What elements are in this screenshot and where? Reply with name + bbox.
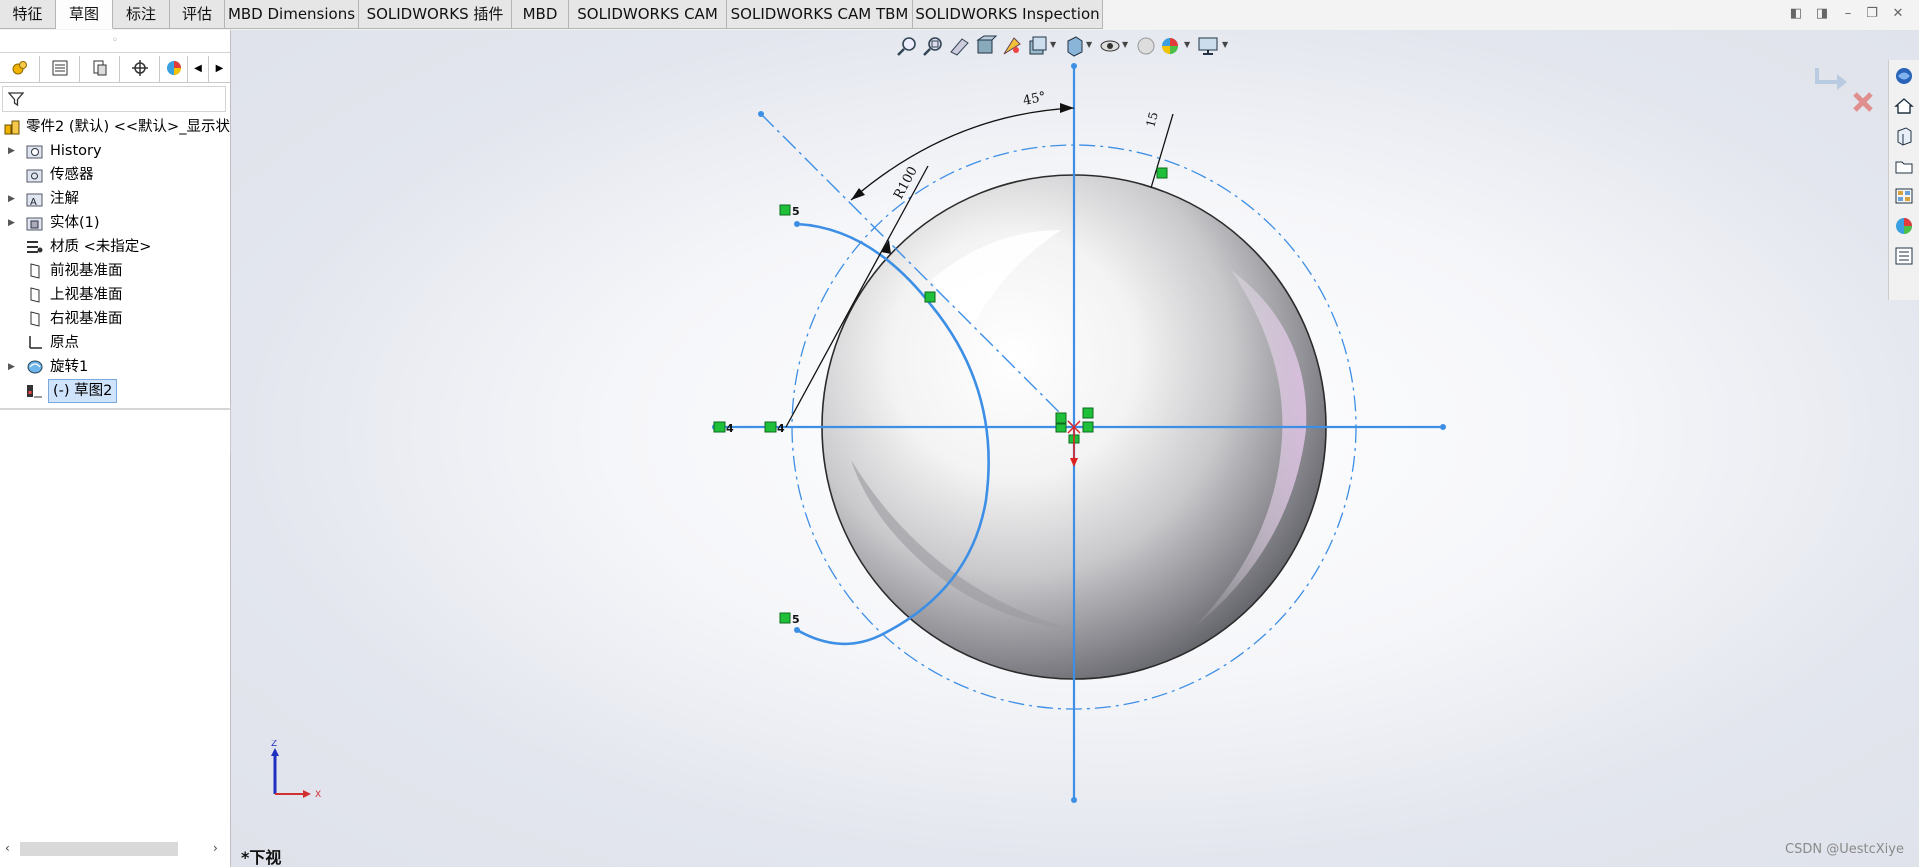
scroll-thumb[interactable] <box>20 842 178 856</box>
sensor-icon <box>26 169 43 183</box>
close-icon[interactable]: ✕ <box>1890 6 1906 22</box>
scroll-right-icon[interactable]: › <box>213 841 218 855</box>
material-icon <box>27 241 43 253</box>
construction-endpoint[interactable] <box>758 111 764 117</box>
coordinate-triad: Z X <box>271 740 321 800</box>
part-icon <box>4 120 20 135</box>
expand-arrow-icon[interactable]: ▶ <box>8 140 20 162</box>
display-manager-tab[interactable] <box>160 56 188 82</box>
tab-markup[interactable]: 标注 <box>113 0 170 29</box>
coincident-relation-badge[interactable] <box>1156 167 1168 179</box>
svg-text:A: A <box>30 197 37 207</box>
tree-item-label: 前视基准面 <box>50 263 123 279</box>
scroll-left-icon[interactable]: ‹ <box>5 841 10 855</box>
radius-dimension-text[interactable]: R100 <box>891 164 920 202</box>
tab-solidworks-inspection[interactable]: SOLIDWORKS Inspection <box>913 0 1103 29</box>
watermark-text: CSDN @UestcXiye <box>1785 842 1904 857</box>
relation-number: 4 <box>777 422 785 435</box>
dimxpert-manager-tab[interactable] <box>120 56 160 82</box>
revolve-icon <box>27 360 43 374</box>
tab-mbd-dimensions[interactable]: MBD Dimensions <box>225 0 359 29</box>
tangent-relation-badge[interactable] <box>924 291 936 303</box>
command-manager-tabs: 特征 草图 标注 评估 MBD Dimensions SOLIDWORKS 插件… <box>0 0 1919 31</box>
expand-arrow-icon[interactable]: ▶ <box>8 356 20 378</box>
expand-arrow-icon[interactable]: ▶ <box>8 188 20 210</box>
plane-icon <box>30 263 40 279</box>
relation-number: 5 <box>792 613 800 626</box>
feature-manager-panel: ◦ ◀ ▶ 零件2 (默认) <<默认>_显示状 ▶ History 传感器 ▶… <box>0 30 231 867</box>
tree-filter[interactable] <box>2 86 226 112</box>
history-folder-icon <box>26 145 43 159</box>
tile-left-icon[interactable]: ◧ <box>1788 6 1804 22</box>
expand-arrow-icon[interactable]: ▶ <box>8 212 20 234</box>
arc-endpoint[interactable] <box>794 627 800 633</box>
configuration-icon <box>93 60 107 76</box>
tile-right-icon[interactable]: ◨ <box>1814 6 1830 22</box>
tab-solidworks-cam-tbm[interactable]: SOLIDWORKS CAM TBM <box>727 0 913 29</box>
tree-item-label: 注解 <box>50 191 79 207</box>
manager-tabs: ◀ ▶ <box>0 56 230 83</box>
triad-x-label: X <box>315 790 321 800</box>
minimize-icon[interactable]: – <box>1840 6 1856 22</box>
tab-sketch[interactable]: 草图 <box>56 0 113 29</box>
relation-badge[interactable] <box>764 421 777 433</box>
tabs-scroll-right-icon[interactable]: ▶ <box>209 56 230 82</box>
tab-solidworks-addins[interactable]: SOLIDWORKS 插件 <box>359 0 512 29</box>
relation-number: 5 <box>792 205 800 218</box>
tree-item-label: 原点 <box>50 335 79 351</box>
triad-z-label: Z <box>271 740 277 749</box>
sketch-canvas: 45° R100 15 5 5 4 4 <box>712 63 1446 803</box>
tree-item-label: 材质 <未指定> <box>50 239 152 255</box>
tree-item-label: History <box>50 143 102 159</box>
crosshair-icon <box>132 60 148 76</box>
feature-manager-tab[interactable] <box>0 56 40 82</box>
offset-dimension-text[interactable]: 15 <box>1143 110 1160 128</box>
tab-solidworks-cam[interactable]: SOLIDWORKS CAM <box>569 0 727 29</box>
tree-item-label: (-) 草图2 <box>48 379 118 403</box>
tree-item-label: 旋转1 <box>50 359 89 375</box>
view-orientation-label: *下视 <box>241 848 282 867</box>
tab-evaluate[interactable]: 评估 <box>170 0 225 29</box>
tab-mbd[interactable]: MBD <box>512 0 569 29</box>
axis-endpoint[interactable] <box>1440 424 1446 430</box>
tree-item-label: 实体(1) <box>50 215 100 231</box>
tree-item-label: 右视基准面 <box>50 311 123 327</box>
plane-icon <box>30 287 40 303</box>
panel-grip[interactable]: ◦ <box>0 30 230 53</box>
angle-dimension-text[interactable]: 45° <box>1022 89 1048 108</box>
color-wheel-icon <box>167 61 181 75</box>
tree-root-label: 零件2 (默认) <<默认>_显示状 <box>26 119 230 135</box>
property-manager-tab[interactable] <box>40 56 80 82</box>
arc-endpoint[interactable] <box>794 221 800 227</box>
solid-body-icon <box>26 217 43 231</box>
relation-badge[interactable] <box>713 421 726 433</box>
graphics-area[interactable]: ▼ ▼ ▼ ▼ ▼ 45° R100 15 5 5 4 4 Z X *下视 CS… <box>231 30 1919 867</box>
tree-item-label: 上视基准面 <box>50 287 123 303</box>
tab-features[interactable]: 特征 <box>0 0 56 29</box>
filter-icon <box>8 92 24 107</box>
sketch-icon <box>27 385 42 398</box>
tree-item-label: 传感器 <box>50 167 94 183</box>
property-list-icon <box>52 60 68 76</box>
axis-endpoint[interactable] <box>1071 63 1077 69</box>
feature-tree-icon <box>12 61 27 75</box>
origin-icon <box>29 336 42 349</box>
tabs-scroll-left-icon[interactable]: ◀ <box>188 56 209 82</box>
horizontal-scrollbar[interactable]: ‹ › <box>0 839 230 859</box>
relation-badge[interactable] <box>779 204 791 216</box>
plane-icon <box>30 311 40 327</box>
configuration-manager-tab[interactable] <box>80 56 120 82</box>
axis-endpoint[interactable] <box>1071 797 1077 803</box>
restore-icon[interactable]: ❐ <box>1864 6 1880 22</box>
relation-number: 4 <box>726 422 734 435</box>
relation-badge[interactable] <box>779 612 791 624</box>
panel-divider <box>0 408 230 410</box>
annotation-icon: A <box>26 193 43 207</box>
